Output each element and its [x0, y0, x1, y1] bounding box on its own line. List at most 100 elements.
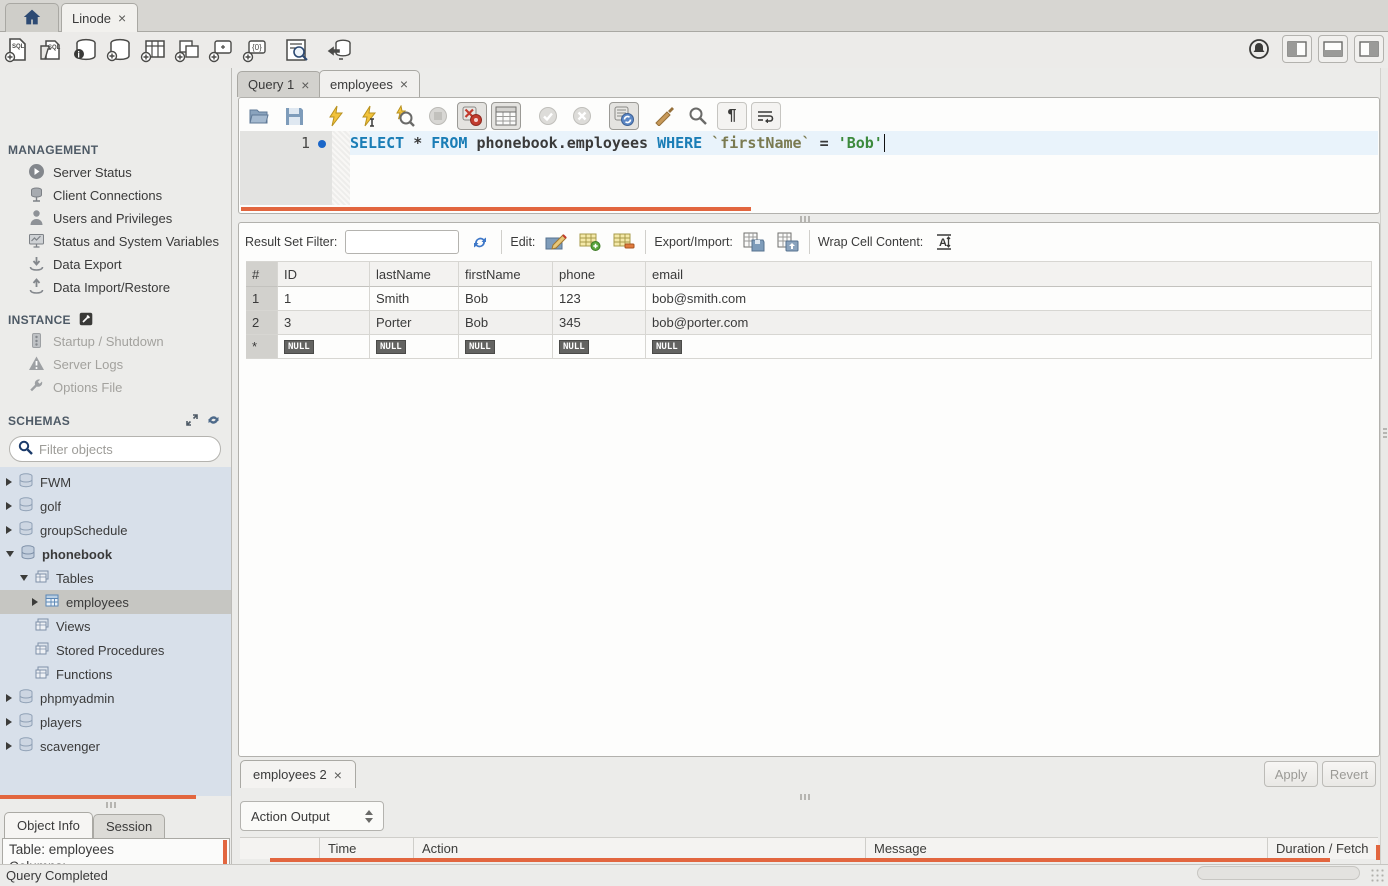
schema-filter-input[interactable]: [39, 442, 215, 457]
close-icon[interactable]: ×: [333, 768, 343, 782]
sidebar-scrollbar[interactable]: [0, 795, 196, 799]
reconnect-db-icon[interactable]: [322, 35, 356, 65]
column-header[interactable]: lastName: [370, 261, 459, 287]
cell-email[interactable]: bob@porter.com: [646, 311, 1372, 335]
toggle-left-panel-icon[interactable]: [1282, 35, 1312, 63]
toggle-right-panel-icon[interactable]: [1354, 35, 1384, 63]
refresh-results-icon[interactable]: [467, 230, 493, 254]
sidebar-item-status-variables[interactable]: Status and System Variables: [0, 230, 232, 253]
inspect-database-icon[interactable]: i: [68, 35, 102, 65]
right-splitter-handle[interactable]: [1383, 428, 1387, 438]
column-header[interactable]: email: [646, 261, 1372, 287]
create-table-icon[interactable]: [136, 35, 170, 65]
tree-item-table-employees[interactable]: employees: [0, 590, 231, 614]
table-row[interactable]: 1 1 Smith Bob 123 bob@smith.com: [246, 287, 1372, 311]
tree-item-functions[interactable]: Functions: [0, 662, 231, 686]
output-column-header[interactable]: Time: [320, 838, 414, 859]
column-header[interactable]: ID: [278, 261, 370, 287]
output-column-icon[interactable]: [240, 838, 320, 859]
table-row-new[interactable]: * NULL NULL NULL NULL NULL: [246, 335, 1372, 359]
rollback-icon[interactable]: [567, 102, 597, 130]
collapse-arrow-icon[interactable]: [20, 575, 28, 581]
expand-schemas-icon[interactable]: [185, 413, 199, 430]
sidebar-splitter-handle[interactable]: [106, 802, 116, 808]
cell-firstname[interactable]: Bob: [459, 311, 553, 335]
tree-item-schema-players[interactable]: players: [0, 710, 231, 734]
cell-phone[interactable]: 345: [553, 311, 646, 335]
wrap-text-icon[interactable]: [751, 102, 781, 130]
stop-on-error-icon[interactable]: [457, 102, 487, 130]
sidebar-item-options-file[interactable]: Options File: [0, 376, 232, 399]
delete-row-icon[interactable]: [611, 230, 637, 254]
tree-item-schema-phonebook[interactable]: phonebook: [0, 542, 231, 566]
cell-null[interactable]: NULL: [370, 335, 459, 359]
cell-null[interactable]: NULL: [646, 335, 1372, 359]
expand-arrow-icon[interactable]: [6, 694, 12, 702]
right-panel-splitter[interactable]: [1380, 68, 1388, 864]
beautify-icon[interactable]: [649, 102, 679, 130]
tree-item-schema-groupschedule[interactable]: groupSchedule: [0, 518, 231, 542]
refresh-schemas-icon[interactable]: [206, 413, 221, 430]
create-function-icon[interactable]: {0}: [238, 35, 272, 65]
new-query-tab-icon[interactable]: SQL: [0, 35, 34, 65]
sidebar-item-server-status[interactable]: Server Status: [0, 161, 232, 184]
output-column-header[interactable]: Duration / Fetch: [1268, 838, 1378, 859]
column-header[interactable]: #: [246, 261, 278, 287]
create-schema-icon[interactable]: [102, 35, 136, 65]
search-data-icon[interactable]: [280, 35, 314, 65]
autocommit-icon[interactable]: [609, 102, 639, 130]
close-icon[interactable]: ×: [300, 78, 310, 92]
output-column-header[interactable]: Action: [414, 838, 866, 859]
output-column-header[interactable]: Message: [866, 838, 1268, 859]
wrap-cell-content-icon[interactable]: A: [931, 230, 957, 254]
execute-current-icon[interactable]: [355, 102, 385, 130]
collapse-arrow-icon[interactable]: [6, 551, 14, 557]
edit-cell-icon[interactable]: [543, 230, 569, 254]
cell-null[interactable]: NULL: [553, 335, 646, 359]
window-resize-grip[interactable]: [1370, 868, 1386, 884]
tree-item-stored-procedures[interactable]: Stored Procedures: [0, 638, 231, 662]
tree-item-views[interactable]: Views: [0, 614, 231, 638]
sidebar-item-users-privileges[interactable]: Users and Privileges: [0, 207, 232, 230]
sidebar-item-server-logs[interactable]: Server Logs: [0, 353, 232, 376]
create-view-icon[interactable]: [170, 35, 204, 65]
cell-firstname[interactable]: Bob: [459, 287, 553, 311]
execute-icon[interactable]: [321, 102, 351, 130]
tree-item-tables[interactable]: Tables: [0, 566, 231, 590]
cell-lastname[interactable]: Porter: [370, 311, 459, 335]
insert-row-icon[interactable]: [577, 230, 603, 254]
cell-null[interactable]: NULL: [459, 335, 553, 359]
column-header[interactable]: phone: [553, 261, 646, 287]
tab-employees[interactable]: employees ×: [319, 70, 420, 97]
tab-query-1[interactable]: Query 1 ×: [237, 71, 321, 97]
stop-icon[interactable]: [423, 102, 453, 130]
explain-icon[interactable]: [389, 102, 419, 130]
cell-lastname[interactable]: Smith: [370, 287, 459, 311]
commit-icon[interactable]: [533, 102, 563, 130]
notification-icon[interactable]: [1242, 34, 1276, 64]
tab-object-info[interactable]: Object Info: [4, 812, 93, 838]
expand-arrow-icon[interactable]: [6, 742, 12, 750]
expand-arrow-icon[interactable]: [6, 526, 12, 534]
output-hscrollbar[interactable]: [270, 858, 1330, 862]
cell-phone[interactable]: 123: [553, 287, 646, 311]
revert-button[interactable]: Revert: [1322, 761, 1376, 787]
apply-button[interactable]: Apply: [1264, 761, 1318, 787]
create-procedure-icon[interactable]: [204, 35, 238, 65]
sidebar-item-startup-shutdown[interactable]: Startup / Shutdown: [0, 330, 232, 353]
close-icon[interactable]: ×: [399, 77, 409, 91]
result-filter-input[interactable]: [345, 230, 459, 254]
toggle-bottom-panel-icon[interactable]: [1318, 35, 1348, 63]
bottom-scrollbar-thumb[interactable]: [1197, 866, 1360, 880]
sidebar-item-data-import[interactable]: Data Import/Restore: [0, 276, 232, 299]
open-file-icon[interactable]: [245, 102, 275, 130]
home-tab[interactable]: [5, 3, 59, 32]
find-icon[interactable]: [683, 102, 713, 130]
cell-id[interactable]: 3: [278, 311, 370, 335]
editor-hscrollbar[interactable]: [241, 207, 751, 211]
result-output-splitter-handle[interactable]: [800, 794, 810, 800]
tab-result-employees-2[interactable]: employees 2 ×: [240, 760, 356, 788]
tree-item-schema-golf[interactable]: golf: [0, 494, 231, 518]
table-row[interactable]: 2 3 Porter Bob 345 bob@porter.com: [246, 311, 1372, 335]
cell-email[interactable]: bob@smith.com: [646, 287, 1372, 311]
